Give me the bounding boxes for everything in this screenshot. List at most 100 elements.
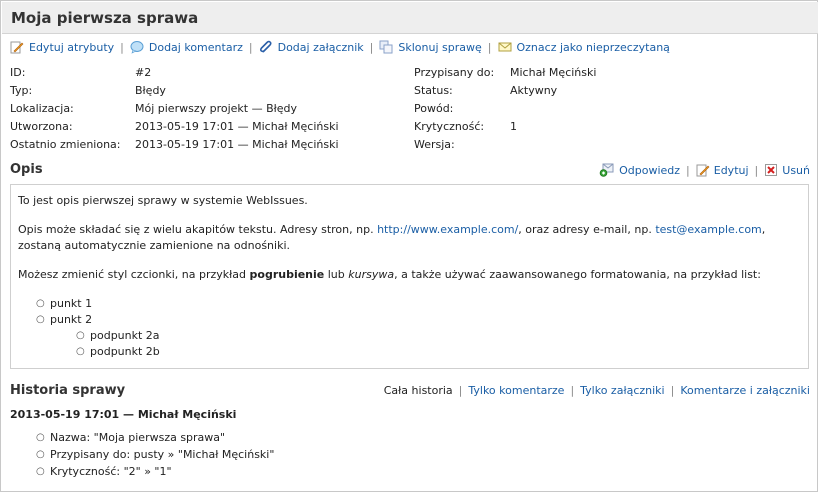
bullet-list: ○ punkt 1 ○ punkt 2 ○ podpunkt 2a ○ podpunkt…	[18, 296, 801, 360]
history-change-item: ○ Krytyczność: "2" » "1"	[36, 463, 274, 480]
paragraph-text: , a także używać zaawansowanego formatow…	[394, 268, 761, 281]
history-heading: Historia sprawy	[10, 383, 126, 398]
separator: |	[487, 40, 492, 54]
filter-comments-attachments-link[interactable]: Komentarze i załączniki	[680, 384, 810, 397]
description-heading: Opis	[10, 162, 43, 177]
paragraph-text: , oraz adresy e-mail, np.	[518, 223, 656, 236]
property-label: Krytyczność:	[414, 120, 485, 133]
property-row: Przypisany do: Michał Męciński	[414, 64, 804, 82]
italic-text: kursywa	[348, 268, 395, 281]
property-label: Status:	[414, 84, 453, 97]
description-header: Opis Odpowiedz | Edytuj | Usuń	[10, 162, 810, 180]
property-row: ID: #2	[10, 64, 400, 82]
property-value: 2013-05-19 17:01 — Michał Męciński	[135, 138, 339, 151]
property-row: Utworzona: 2013-05-19 17:01 — Michał Męc…	[10, 118, 400, 136]
delete-description-button[interactable]: Usuń	[764, 163, 810, 177]
page-title: Moja pierwsza sprawa	[11, 9, 199, 27]
reply-label: Odpowiedz	[619, 163, 681, 177]
issue-toolbar: Edytuj atrybuty | Dodaj komentarz | Doda…	[10, 39, 670, 55]
separator: |	[570, 384, 575, 397]
change-text: Nazwa: "Moja pierwsza sprawa"	[50, 431, 226, 444]
property-row: Wersja:	[414, 136, 804, 154]
separator: |	[754, 163, 759, 177]
paragraph-text: ,	[761, 223, 766, 236]
property-value: Aktywny	[510, 84, 558, 97]
edit-attributes-button[interactable]: Edytuj atrybuty	[10, 40, 114, 54]
property-row: Krytyczność: 1	[414, 118, 804, 136]
paragraph-text: To jest opis pierwszej sprawy w systemie…	[18, 194, 308, 207]
bullet-marker: ○	[36, 449, 45, 460]
property-value: Michał Męciński	[510, 66, 597, 79]
paragraph-text: Możesz zmienić styl czcionki, na przykła…	[18, 268, 250, 281]
delete-icon	[765, 164, 778, 176]
paragraph-text: zostaną automatycznie zamienione na odno…	[18, 239, 290, 252]
clone-issue-button[interactable]: Sklonuj sprawę	[379, 40, 482, 54]
paragraph-text: Opis może składać się z wielu akapitów t…	[18, 223, 378, 236]
change-text: Krytyczność: "2" » "1"	[50, 465, 172, 478]
description-paragraph: Opis może składać się z wielu akapitów t…	[18, 222, 801, 254]
reply-button[interactable]: Odpowiedz	[599, 163, 680, 177]
add-comment-button[interactable]: Dodaj komentarz	[130, 40, 243, 54]
envelope-icon	[498, 42, 511, 52]
separator: |	[670, 384, 675, 397]
separator: |	[120, 40, 124, 54]
properties-left: ID: #2 Typ: Błędy Lokalizacja: Mój pierw…	[10, 64, 400, 154]
filter-comments-link[interactable]: Tylko komentarze	[468, 384, 564, 397]
property-value: 2013-05-19 17:01 — Michał Męciński	[135, 120, 339, 133]
bold-text: pogrubienie	[249, 268, 325, 281]
bullet-marker: ○	[76, 330, 85, 341]
history-changes-list: ○ Nazwa: "Moja pierwsza sprawa" ○ Przypisa…	[36, 429, 274, 480]
pencil-icon	[696, 164, 710, 177]
pencil-icon	[10, 41, 24, 54]
clone-label: Sklonuj sprawę	[398, 40, 482, 54]
edit-description-label: Edytuj	[713, 163, 749, 177]
url-link[interactable]: http://www.example.com/	[377, 223, 518, 236]
property-value: 1	[510, 120, 517, 133]
list-item: ○ punkt 1	[36, 296, 801, 312]
property-label: Typ:	[10, 84, 33, 97]
description-paragraph: Możesz zmienić styl czcionki, na przykła…	[18, 267, 801, 283]
property-label: Powód:	[414, 102, 454, 115]
property-row: Powód:	[414, 100, 804, 118]
comment-bubble-icon	[130, 41, 144, 54]
mark-unread-label: Oznacz jako nieprzeczytaną	[516, 40, 670, 54]
description-paragraph: To jest opis pierwszej sprawy w systemie…	[18, 193, 801, 209]
edit-description-button[interactable]: Edytuj	[696, 163, 749, 177]
edit-attributes-label: Edytuj atrybuty	[29, 40, 115, 54]
reply-icon	[599, 163, 614, 177]
properties-right: Przypisany do: Michał Męciński Status: A…	[414, 64, 804, 154]
paragraph-text: lub	[324, 268, 349, 281]
property-label: Ostatnio zmieniona:	[10, 138, 121, 151]
history-change-item: ○ Nazwa: "Moja pierwsza sprawa"	[36, 429, 274, 446]
bullet-marker: ○	[36, 314, 45, 325]
property-row: Ostatnio zmieniona: 2013-05-19 17:01 — M…	[10, 136, 400, 154]
list-item: ○ podpunkt 2a	[76, 328, 801, 344]
filter-attachments-link[interactable]: Tylko załączniki	[580, 384, 664, 397]
add-attachment-button[interactable]: Dodaj załącznik	[259, 40, 364, 54]
bullet-marker: ○	[36, 432, 45, 443]
list-item: ○ podpunkt 2b	[76, 344, 801, 360]
property-label: Utworzona:	[10, 120, 73, 133]
description-box: To jest opis pierwszej sprawy w systemie…	[10, 184, 809, 369]
delete-description-label: Usuń	[782, 163, 810, 177]
clone-icon	[379, 40, 393, 54]
email-link[interactable]: test@example.com	[655, 223, 761, 236]
list-item-text: podpunkt 2a	[90, 329, 160, 342]
nested-bullet-list: ○ podpunkt 2a ○ podpunkt 2b	[50, 328, 801, 360]
mark-unread-button[interactable]: Oznacz jako nieprzeczytaną	[498, 40, 670, 54]
filter-all-current: Cała historia	[383, 384, 453, 397]
separator: |	[248, 40, 253, 54]
separator: |	[369, 40, 374, 54]
list-item: ○ punkt 2 ○ podpunkt 2a ○ podpunkt 2b	[36, 312, 801, 360]
title-bar: Moja pierwsza sprawa	[2, 2, 818, 34]
property-label: ID:	[10, 66, 26, 79]
bullet-marker: ○	[76, 346, 85, 357]
property-row: Lokalizacja: Mój pierwszy projekt — Błęd…	[10, 100, 400, 118]
history-filters: Cała historia | Tylko komentarze | Tylko zał…	[384, 384, 810, 397]
separator: |	[686, 163, 690, 177]
property-label: Przypisany do:	[414, 66, 495, 79]
property-row: Typ: Błędy	[10, 82, 400, 100]
separator: |	[458, 384, 463, 397]
property-value: #2	[135, 66, 152, 79]
change-text: Przypisany do: pusty » "Michał Męciński"	[50, 448, 275, 461]
